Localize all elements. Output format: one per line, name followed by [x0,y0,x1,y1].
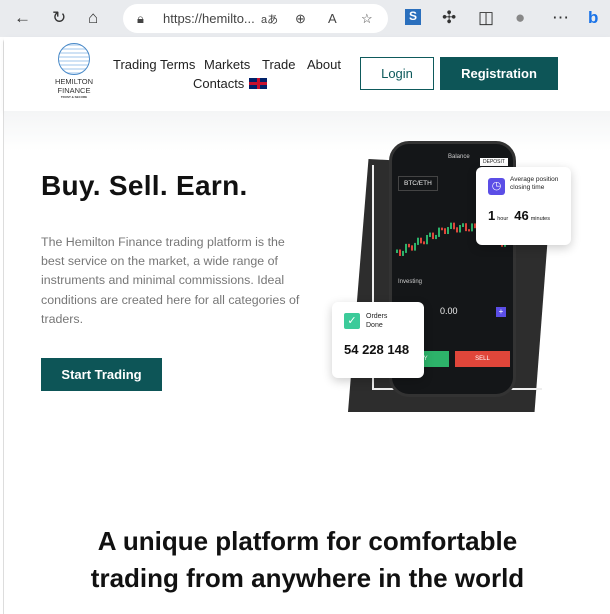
candle [441,227,443,231]
nav-contacts[interactable]: Contacts [193,76,244,91]
hours-value: 1 [488,208,496,223]
candle [429,232,431,237]
nav-about[interactable]: About [307,57,341,72]
nav-trading-terms[interactable]: Trading Terms [113,57,195,72]
site-header: HEMILTON FINANCE TRUST & SECURE Trading … [4,37,610,111]
avg-closing-card: ◷ Average position closing time 1 hour 46 m… [476,167,571,245]
section-title-line2: trading from anywhere in the world [90,563,525,593]
candle [405,243,407,253]
url-text: https://hemilto... [163,11,255,26]
phone-pair: BTC/ETH [398,176,438,191]
browser-toolbar: ← ↻ ⌂ 🔒︎ https://hemilto... aあ ⊕ A ☆ S ✣… [0,0,610,37]
clock-icon: ◷ [488,178,505,195]
candle [417,237,419,245]
candle [438,227,440,237]
phone-amount: 0.00 [440,306,458,316]
nav-markets[interactable]: Markets [204,57,250,72]
bing-icon[interactable]: b [588,8,598,28]
hero-background [4,111,610,151]
minutes-value: 46 [514,208,529,223]
candle [435,234,437,240]
s-extension-icon[interactable]: S [405,9,421,25]
read-aloud-icon[interactable]: A [328,11,337,26]
candle [462,223,464,228]
candle [399,249,401,256]
hero-title: Buy. Sell. Earn. [41,170,248,201]
minutes-unit: minutes [530,216,550,222]
favorite-icon[interactable]: ☆ [361,11,373,27]
home-icon[interactable]: ⌂ [88,8,98,28]
split-screen-icon[interactable]: ◫ [478,8,494,28]
candle [444,228,446,235]
address-bar[interactable]: 🔒︎ https://hemilto... aあ ⊕ A ☆ [123,4,388,33]
candle [414,242,416,251]
avg-closing-title: Average position closing time [510,176,559,191]
lock-icon: 🔒︎ [137,11,144,26]
candle [450,222,452,230]
phone-sell-button: SELL [455,351,510,367]
candle [456,227,458,233]
profile-icon[interactable]: ● [515,8,525,28]
extensions-icon[interactable]: ✣ [442,8,456,28]
logo[interactable]: HEMILTON FINANCE TRUST & SECURE [46,43,102,99]
logo-name: HEMILTON [54,77,94,86]
candle [459,225,461,233]
start-trading-button[interactable]: Start Trading [41,358,162,391]
candle [396,249,398,253]
translate-icon[interactable]: aあ [261,11,278,27]
section-title-line1: A unique platform for comfortable [97,526,518,556]
candle [471,223,473,232]
check-icon: ✓ [344,313,360,329]
candle [447,227,449,235]
globe-icon [58,43,90,75]
plus-icon: + [496,307,506,317]
candle [465,223,467,232]
back-icon[interactable]: ← [14,8,31,28]
phone-deposit: DEPOSIT [480,158,508,166]
candle [468,229,470,232]
candle [426,234,428,245]
candle [423,241,425,245]
login-button[interactable]: Login [360,57,434,90]
logo-tag: TRUST & SECURE [60,95,88,99]
registration-button[interactable]: Registration [440,57,558,90]
section-title: A unique platform for comfortable tradin… [4,523,610,597]
candle [411,245,413,251]
orders-value: 54 228 148 [344,342,410,357]
phone-section: Investing [398,279,423,285]
orders-title: Orders Done [366,313,388,329]
candle [420,237,422,244]
zoom-icon[interactable]: ⊕ [295,11,306,27]
candle [408,243,410,248]
orders-done-card: ✓ Orders Done 54 228 148 [332,302,424,378]
candle [453,222,455,230]
page: HEMILTON FINANCE TRUST & SECURE Trading … [3,37,610,614]
nav-trade[interactable]: Trade [262,57,295,72]
refresh-icon[interactable]: ↻ [52,8,66,28]
candle [402,250,404,256]
more-icon[interactable]: ⋯ [552,8,569,28]
uk-flag-icon[interactable] [249,78,267,89]
hours-unit: hour [497,216,509,222]
hero-description: The Hemilton Finance trading platform is… [41,235,300,326]
candle [432,232,434,240]
phone-balance: Balance [448,154,470,160]
logo-sub: FINANCE [57,86,91,95]
